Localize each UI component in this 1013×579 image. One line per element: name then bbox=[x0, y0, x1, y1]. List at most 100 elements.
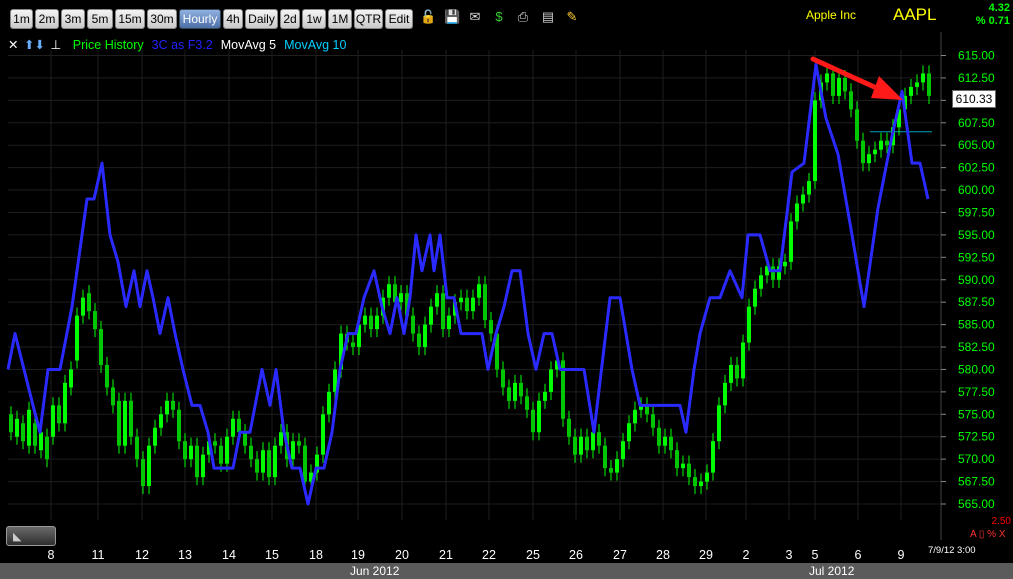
date-axis: 8 11 12 13 14 15 18 19 20 21 22 25 26 27 28 29 2 3 5 6 9 bbox=[48, 548, 905, 562]
candle bbox=[117, 400, 121, 446]
date-tick-label: 12 bbox=[135, 548, 149, 562]
price-tick-label: 570.00 bbox=[958, 452, 995, 466]
candle bbox=[423, 324, 427, 348]
unlock-icon[interactable]: 🔓 bbox=[420, 9, 436, 25]
candle bbox=[789, 221, 793, 262]
timeframe-daily-button[interactable]: Daily bbox=[245, 9, 278, 29]
print-icon[interactable]: ⎙ bbox=[515, 9, 531, 25]
candle bbox=[363, 315, 367, 325]
date-tick-label: 20 bbox=[395, 548, 409, 562]
candle bbox=[123, 400, 127, 446]
candle bbox=[159, 414, 163, 428]
timeframe-hourly-button[interactable]: Hourly bbox=[179, 9, 221, 29]
ticker-symbol[interactable]: AAPL bbox=[893, 5, 936, 25]
candle bbox=[729, 364, 733, 383]
timeframe-2m-button[interactable]: 2m bbox=[35, 9, 59, 29]
candle bbox=[111, 387, 115, 406]
panel-controls[interactable]: A ▯ % X bbox=[970, 529, 1006, 540]
timeframe-2d-button[interactable]: 2d bbox=[280, 9, 300, 29]
chart-scroll-handle[interactable]: ◣ bbox=[6, 526, 56, 546]
candle bbox=[141, 459, 145, 487]
timeframe-qtr-button[interactable]: QTR bbox=[354, 9, 383, 29]
date-tick-label: 19 bbox=[351, 548, 365, 562]
candle bbox=[927, 73, 931, 96]
date-tick-label: 29 bbox=[699, 548, 713, 562]
legend-item-movavg-10[interactable]: MovAvg 10 bbox=[284, 38, 346, 52]
candle bbox=[885, 140, 889, 146]
date-tick-label: 22 bbox=[482, 548, 496, 562]
candle bbox=[747, 306, 751, 343]
price-tick-label: 605.00 bbox=[958, 138, 995, 152]
candle bbox=[57, 405, 61, 424]
candle bbox=[825, 73, 829, 83]
candle bbox=[279, 432, 283, 446]
timeframe-1m-button[interactable]: 1M bbox=[328, 9, 352, 29]
timeframe-1w-button[interactable]: 1w bbox=[302, 9, 326, 29]
timeframe-5m-button[interactable]: 5m bbox=[87, 9, 113, 29]
candle bbox=[465, 297, 469, 312]
date-tick-label: 2 bbox=[743, 548, 750, 562]
candle bbox=[129, 400, 133, 437]
candle bbox=[243, 432, 247, 446]
pencil-icon[interactable]: ✎ bbox=[564, 9, 580, 25]
timeframe-3m-button[interactable]: 3m bbox=[61, 9, 85, 29]
pin-icon[interactable]: ⊥ bbox=[50, 38, 61, 52]
grip-icon: ◣ bbox=[13, 531, 22, 543]
candle bbox=[261, 450, 265, 473]
timeframe-15m-button[interactable]: 15m bbox=[115, 9, 145, 29]
candle bbox=[831, 73, 835, 96]
email-icon[interactable]: ✉ bbox=[467, 9, 483, 25]
price-tick-label: 575.00 bbox=[958, 407, 995, 421]
candle bbox=[537, 400, 541, 433]
legend-item-price-history[interactable]: Price History bbox=[73, 38, 144, 52]
candle bbox=[447, 315, 451, 330]
move-arrows-icon[interactable]: ⬆⬇ bbox=[24, 38, 45, 52]
candle bbox=[39, 432, 43, 451]
candle bbox=[711, 441, 715, 473]
last-bar-date: 7/9/12 3:00 bbox=[928, 545, 976, 556]
month-axis: Jun 2012 Jul 2012 bbox=[0, 563, 1013, 579]
spreadsheet-icon[interactable]: ▤ bbox=[540, 9, 556, 25]
candle bbox=[801, 194, 805, 204]
candle bbox=[303, 445, 307, 482]
arrow-head bbox=[871, 76, 903, 100]
dollar-icon[interactable]: $ bbox=[491, 9, 507, 25]
candle bbox=[291, 441, 295, 460]
candle bbox=[387, 284, 391, 298]
candle bbox=[693, 477, 697, 487]
arrow-shaft bbox=[810, 56, 886, 94]
candle bbox=[267, 450, 271, 478]
save-icon[interactable]: 💾 bbox=[444, 9, 460, 25]
candle bbox=[609, 468, 613, 473]
legend-item-3c-as-f3-2[interactable]: 3C as F3.2 bbox=[152, 38, 213, 52]
timeframe-30m-button[interactable]: 30m bbox=[147, 9, 177, 29]
timeframe-edit-button[interactable]: Edit bbox=[385, 9, 413, 29]
timeframe-1m-button[interactable]: 1m bbox=[10, 9, 33, 29]
date-tick-label: 21 bbox=[439, 548, 453, 562]
timeframe-4h-button[interactable]: 4h bbox=[223, 9, 243, 29]
candle bbox=[585, 436, 589, 451]
month-label: Jun 2012 bbox=[350, 564, 400, 578]
candle bbox=[489, 320, 493, 334]
candle bbox=[231, 418, 235, 437]
candle bbox=[153, 427, 157, 446]
candle bbox=[807, 181, 811, 195]
candle bbox=[183, 441, 187, 460]
candle bbox=[27, 409, 31, 446]
candle bbox=[297, 441, 301, 446]
close-icon[interactable]: ✕ bbox=[8, 38, 18, 52]
candle bbox=[483, 284, 487, 321]
candle bbox=[525, 396, 529, 410]
date-tick-label: 13 bbox=[178, 548, 192, 562]
price-tick-label: 602.50 bbox=[958, 161, 995, 175]
candle bbox=[99, 329, 103, 365]
candle bbox=[873, 149, 877, 155]
legend-item-movavg-5[interactable]: MovAvg 5 bbox=[221, 38, 276, 52]
candle bbox=[273, 445, 277, 478]
candle bbox=[921, 73, 925, 83]
candle bbox=[855, 109, 859, 141]
candle bbox=[501, 369, 505, 388]
price-chart: 615.00612.50610.00607.50605.00602.50600.… bbox=[6, 32, 995, 562]
candle bbox=[51, 405, 55, 437]
price-tick-label: 582.50 bbox=[958, 340, 995, 354]
